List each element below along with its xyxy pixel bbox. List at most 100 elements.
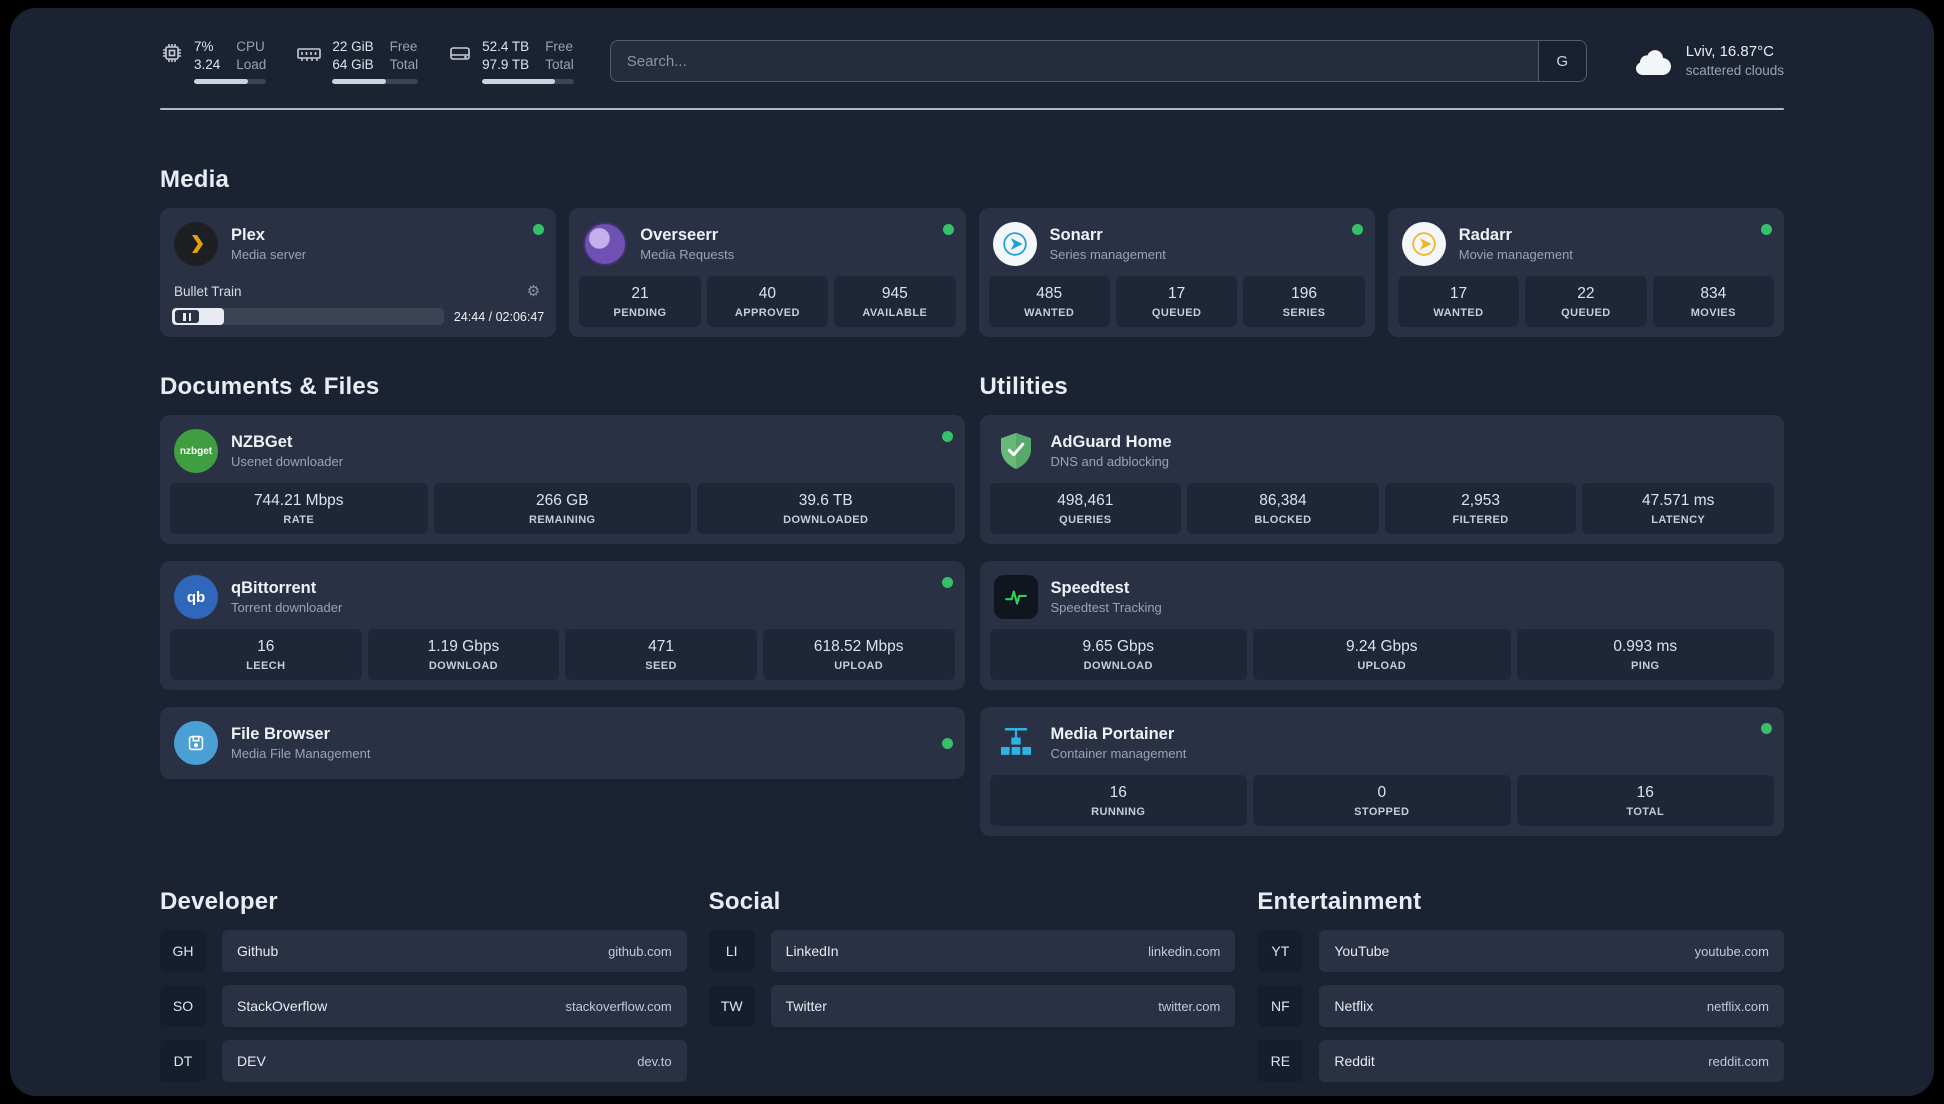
stat-box: 498,461 QUERIES: [989, 483, 1182, 535]
stat-box: 1.19 Gbps DOWNLOAD: [367, 629, 560, 681]
disk-icon: [448, 41, 472, 65]
utilities-section-title: Utilities: [979, 373, 1068, 401]
search-input[interactable]: [610, 41, 1538, 82]
nzbget-status-dot: [941, 431, 953, 443]
stat-box: 40 APPROVED: [706, 276, 829, 328]
bookmark-reddit[interactable]: RE Reddit reddit.com: [1257, 1040, 1784, 1083]
sonarr-desc: Series management: [1049, 247, 1166, 263]
memory-progress-track: [332, 79, 419, 85]
filebrowser-icon: [174, 721, 218, 766]
bookmark-youtube[interactable]: YT YouTube youtube.com: [1257, 930, 1784, 973]
qbittorrent-desc: Torrent downloader: [231, 600, 343, 616]
speedtest-desc: Speedtest Tracking: [1050, 600, 1162, 616]
overseerr-title: Overseerr: [640, 225, 719, 244]
developer-section-title: Developer: [160, 888, 278, 916]
bookmark-group-entertainment: Entertainment YT YouTube youtube.com NF …: [1257, 888, 1784, 1083]
overseerr-desc: Media Requests: [640, 247, 735, 263]
filebrowser-title: File Browser: [231, 724, 331, 743]
sonarr-status-dot: [1351, 224, 1363, 236]
card-nzbget[interactable]: nzbget NZBGet Usenet downloader 744.21 M…: [160, 415, 965, 545]
weather-widget[interactable]: Lviv, 16.87°C scattered clouds: [1631, 42, 1784, 80]
bookmark-abbr: RE: [1257, 1040, 1304, 1083]
bookmark-abbr: GH: [160, 930, 206, 973]
documents-section-title: Documents & Files: [160, 373, 380, 401]
bookmarks: Developer GH Github github.com SO StackO…: [160, 888, 1784, 1083]
cpu-widget: 7% 3.24 CPU Load: [160, 38, 267, 85]
adguard-desc: DNS and adblocking: [1050, 454, 1170, 470]
cpu-load-label: Load: [236, 56, 267, 72]
bookmark-stackoverflow[interactable]: SO StackOverflow stackoverflow.com: [160, 985, 687, 1028]
card-radarr[interactable]: Radarr Movie management 17 WANTED 22 QUE…: [1387, 208, 1784, 338]
nzbget-desc: Usenet downloader: [231, 454, 344, 470]
stat-box: 16 RUNNING: [989, 775, 1247, 827]
stat-box: 834 MOVIES: [1652, 276, 1775, 328]
stat-box: 945 AVAILABLE: [834, 276, 956, 328]
section-documents: Documents & Files nzbget NZBGet Usenet d…: [160, 373, 965, 780]
cpu-icon: [160, 41, 184, 65]
memory-free-label: Free: [389, 39, 418, 54]
radarr-icon: [1401, 222, 1446, 267]
bookmark-abbr: LI: [708, 930, 755, 973]
bookmark-netflix[interactable]: NF Netflix netflix.com: [1257, 985, 1784, 1028]
speedtest-icon: [993, 575, 1038, 620]
search-provider-button[interactable]: G: [1537, 41, 1586, 82]
plex-desc: Media server: [231, 247, 307, 263]
topbar-divider: [160, 108, 1784, 111]
bookmark-twitter[interactable]: TW Twitter twitter.com: [708, 985, 1236, 1028]
portainer-title: Media Portainer: [1050, 724, 1175, 743]
sonarr-title: Sonarr: [1049, 225, 1103, 244]
portainer-desc: Container management: [1050, 746, 1187, 762]
overseerr-status-dot: [942, 224, 954, 236]
card-filebrowser[interactable]: File Browser Media File Management: [160, 707, 965, 780]
card-adguard[interactable]: AdGuard Home DNS and adblocking 498,461 …: [979, 415, 1784, 545]
cloud-icon: [1631, 46, 1673, 76]
system-stats: 7% 3.24 CPU Load 22 GiB 64 GiB Free Tota…: [160, 38, 574, 85]
stat-box: 17 QUEUED: [1115, 276, 1238, 328]
stat-box: 196 SERIES: [1243, 276, 1365, 328]
adguard-title: AdGuard Home: [1050, 432, 1172, 451]
playback-progress-track[interactable]: [172, 308, 444, 326]
stat-box: 2,953 FILTERED: [1384, 483, 1577, 535]
disk-widget: 52.4 TB 97.9 TB Free Total: [448, 38, 574, 85]
gear-icon[interactable]: ⚙: [527, 282, 540, 300]
card-plex[interactable]: Plex Media server Bullet Train ⚙ 24:44 /…: [160, 208, 557, 338]
disk-free-label: Free: [545, 39, 573, 54]
stat-box: 21 PENDING: [579, 276, 701, 328]
nzbget-title: NZBGet: [231, 432, 293, 451]
card-overseerr[interactable]: Overseerr Media Requests 21 PENDING 40 A…: [569, 208, 966, 338]
bookmark-abbr: TW: [708, 985, 755, 1028]
bookmark-abbr: NF: [1257, 985, 1304, 1028]
stat-box: 0 STOPPED: [1253, 775, 1511, 827]
disk-total-label: Total: [545, 56, 574, 72]
nzbget-icon: nzbget: [174, 429, 218, 474]
speedtest-title: Speedtest: [1050, 578, 1130, 597]
qbittorrent-status-dot: [941, 577, 953, 589]
section-utilities: Utilities AdGuard Home DNS and adblockin…: [979, 373, 1784, 837]
overseerr-icon: [583, 222, 628, 267]
bookmark-abbr: DT: [160, 1040, 206, 1083]
cpu-progress-fill: [194, 79, 249, 85]
stat-box: 86,384 BLOCKED: [1187, 483, 1379, 535]
card-portainer[interactable]: Media Portainer Container management 16 …: [979, 707, 1784, 837]
playback-time: 24:44 / 02:06:47: [453, 309, 545, 324]
memory-progress-fill: [332, 79, 386, 85]
card-sonarr[interactable]: Sonarr Series management 485 WANTED 17 Q…: [978, 208, 1375, 338]
dashboard-frame: 7% 3.24 CPU Load 22 GiB 64 GiB Free Tota…: [10, 8, 1934, 1096]
topbar: 7% 3.24 CPU Load 22 GiB 64 GiB Free Tota…: [160, 38, 1784, 85]
pause-icon[interactable]: [175, 310, 199, 324]
weather-location: Lviv, 16.87°C: [1685, 42, 1774, 60]
stat-box: 17 WANTED: [1397, 276, 1520, 328]
bookmark-linkedin[interactable]: LI LinkedIn linkedin.com: [708, 930, 1236, 973]
card-speedtest[interactable]: Speedtest Speedtest Tracking 9.65 Gbps D…: [979, 561, 1784, 691]
stat-box: 618.52 Mbps UPLOAD: [762, 629, 955, 681]
plex-title: Plex: [231, 225, 265, 244]
disk-progress-track: [482, 79, 574, 85]
card-qbittorrent[interactable]: qb qBittorrent Torrent downloader 16 LEE…: [160, 561, 965, 691]
bookmark-dev[interactable]: DT DEV dev.to: [160, 1040, 687, 1083]
qbittorrent-title: qBittorrent: [231, 578, 317, 597]
bookmark-github[interactable]: GH Github github.com: [160, 930, 687, 973]
radarr-desc: Movie management: [1458, 247, 1573, 263]
adguard-icon: [994, 429, 1038, 473]
now-playing-title: Bullet Train: [174, 283, 242, 299]
memory-widget: 22 GiB 64 GiB Free Total: [296, 38, 419, 85]
